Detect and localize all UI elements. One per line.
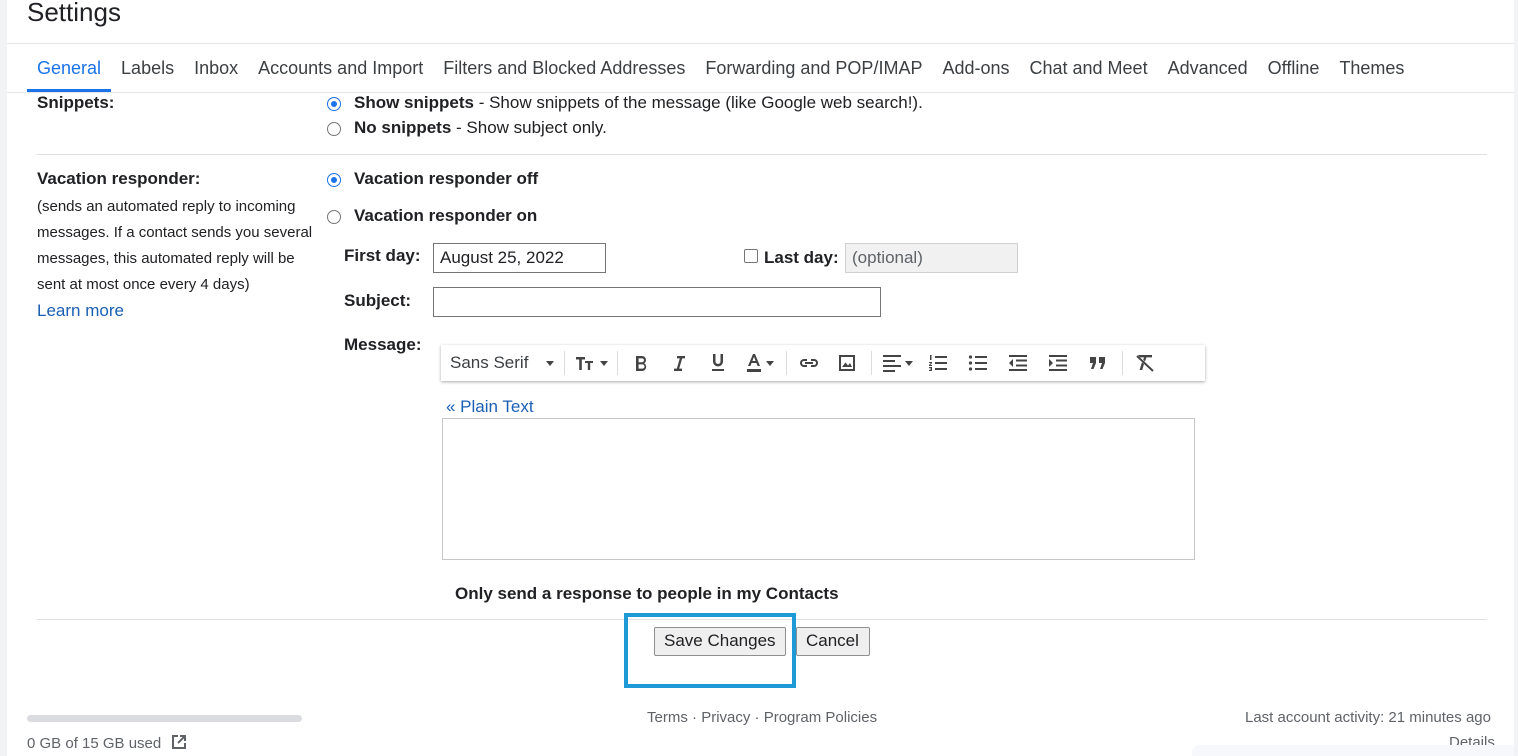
tab-themes[interactable]: Themes [1329, 48, 1414, 92]
bulleted-list-icon[interactable] [958, 345, 998, 381]
toolbar-divider [617, 351, 619, 375]
no-snippets-option: No snippets - Show subject only. [354, 118, 607, 138]
plain-text-link[interactable]: « Plain Text [446, 397, 534, 417]
tab-add-ons[interactable]: Add-ons [932, 48, 1019, 92]
footer-separator: · [750, 709, 764, 726]
last-day-label: Last day: [764, 248, 839, 267]
last-day-checkbox[interactable] [744, 249, 758, 263]
toolbar-divider [564, 351, 566, 375]
vacation-on-label: Vacation responder on [354, 206, 538, 225]
toolbar-divider [786, 351, 788, 375]
vacation-on-radio[interactable] [327, 210, 341, 224]
quote-icon[interactable] [1078, 345, 1118, 381]
tab-forwarding-and-pop-imap[interactable]: Forwarding and POP/IMAP [695, 48, 932, 92]
vacation-description-text: (sends an automated reply to incoming me… [37, 198, 313, 293]
chevron-down-icon [546, 360, 555, 366]
vacation-off-label: Vacation responder off [354, 169, 539, 188]
floating-panel-edge [1192, 745, 1514, 756]
show-snippets-title: Show snippets [354, 93, 474, 112]
remove-formatting-icon[interactable] [1127, 345, 1163, 381]
link-icon[interactable] [791, 345, 827, 381]
storage-usage-text: 0 GB of 15 GB used [27, 735, 162, 752]
last-account-activity: Last account activity: 21 minutes ago [1245, 709, 1491, 726]
program-policies-link[interactable]: Program Policies [764, 709, 877, 726]
privacy-link[interactable]: Privacy [701, 709, 750, 726]
toolbar-divider [871, 351, 873, 375]
tab-chat-and-meet[interactable]: Chat and Meet [1020, 48, 1158, 92]
highlight-box [624, 613, 796, 688]
show-snippets-radio[interactable] [327, 97, 341, 111]
vacation-responder-label: Vacation responder: [37, 169, 201, 188]
tab-advanced[interactable]: Advanced [1158, 48, 1258, 92]
indent-more-icon[interactable] [1038, 345, 1078, 381]
left-gutter [0, 0, 7, 756]
vacation-off-radio[interactable] [327, 173, 341, 187]
tab-general[interactable]: General [27, 48, 112, 92]
no-snippets-title: No snippets [354, 118, 452, 137]
last-day-input[interactable]: (optional) [845, 243, 1018, 273]
page-title: Settings [27, 0, 121, 27]
learn-more-link[interactable]: Learn more [37, 301, 124, 320]
cancel-button[interactable]: Cancel [796, 627, 870, 656]
first-day-label: First day: [344, 246, 421, 265]
align-icon[interactable] [876, 345, 918, 381]
message-editor[interactable] [442, 418, 1195, 560]
font-family-select[interactable]: Sans Serif [441, 345, 560, 381]
settings-tabs: General Labels Inbox Accounts and Import… [27, 48, 1414, 92]
tab-accounts-and-import[interactable]: Accounts and Import [248, 48, 433, 92]
bold-icon[interactable] [622, 345, 660, 381]
toolbar-divider [1122, 351, 1124, 375]
storage-bar [27, 715, 302, 722]
tab-filters-and-blocked-addresses[interactable]: Filters and Blocked Addresses [433, 48, 695, 92]
indent-less-icon[interactable] [998, 345, 1038, 381]
terms-link[interactable]: Terms [647, 709, 688, 726]
header-divider [7, 43, 1514, 44]
message-label: Message: [344, 335, 422, 354]
footer-separator: · [687, 709, 702, 726]
font-family-label: Sans Serif [450, 353, 529, 372]
right-gutter [1514, 0, 1518, 756]
no-snippets-desc: - Show subject only. [451, 118, 607, 137]
footer-links: Terms · Privacy · Program Policies [647, 709, 877, 726]
external-link-icon[interactable] [170, 733, 188, 756]
contacts-only-label[interactable]: Only send a response to people in my Con… [455, 584, 839, 604]
tab-offline[interactable]: Offline [1258, 48, 1330, 92]
section-divider [37, 154, 1487, 155]
no-snippets-radio[interactable] [327, 122, 341, 136]
text-color-icon[interactable] [738, 345, 782, 381]
subject-input[interactable] [433, 287, 881, 317]
tab-labels[interactable]: Labels [111, 48, 184, 92]
subject-label: Subject: [344, 291, 412, 310]
tab-inbox[interactable]: Inbox [184, 48, 248, 92]
snippets-label: Snippets: [37, 93, 115, 112]
show-snippets-option: Show snippets - Show snippets of the mes… [354, 93, 923, 113]
formatting-toolbar: Sans Serif [441, 345, 1205, 381]
show-snippets-desc: - Show snippets of the message (like Goo… [473, 93, 923, 112]
font-size-icon[interactable] [569, 345, 613, 381]
first-day-input[interactable]: August 25, 2022 [433, 243, 606, 273]
numbered-list-icon[interactable] [918, 345, 958, 381]
underline-icon[interactable] [698, 345, 738, 381]
image-icon[interactable] [827, 345, 867, 381]
vacation-responder-description: (sends an automated reply to incoming me… [37, 194, 322, 325]
italic-icon[interactable] [660, 345, 698, 381]
